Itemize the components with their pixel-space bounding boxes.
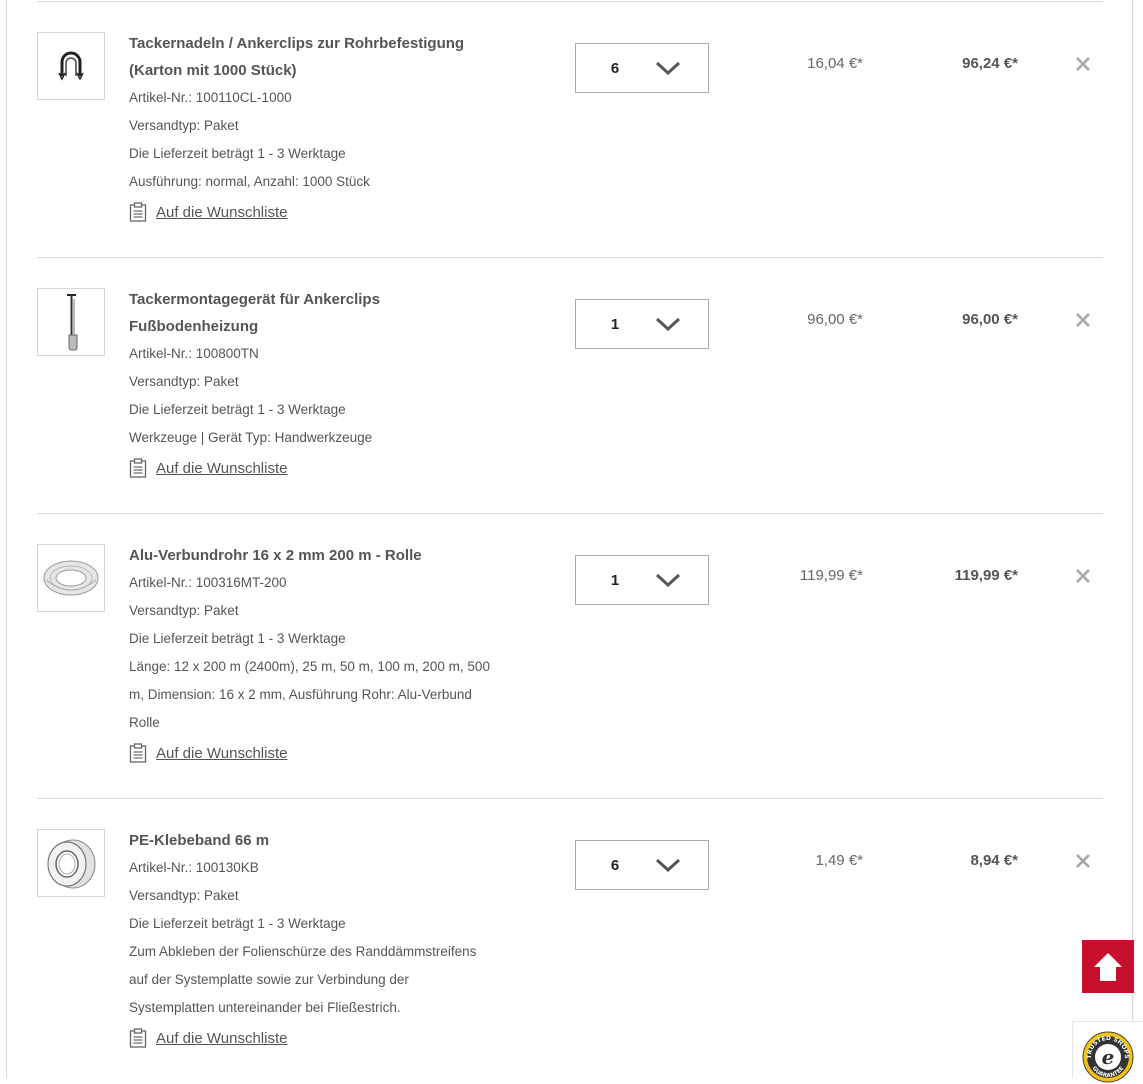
chevron-down-icon xyxy=(655,573,681,588)
wishlist-label: Auf die Wunschliste xyxy=(156,744,288,762)
quantity-value: 1 xyxy=(610,571,620,589)
clipboard-icon xyxy=(129,743,147,763)
shipping-type: Versandtyp: Paket xyxy=(129,888,239,903)
article-number: Artikel-Nr.: 100800TN xyxy=(129,346,259,361)
product-description: Zum Abkleben der Folienschürze des Randd… xyxy=(129,944,477,959)
clipboard-icon xyxy=(129,458,147,478)
quantity-select[interactable]: 1 xyxy=(575,555,709,605)
total-price: 119,99 €* xyxy=(954,567,1018,584)
delivery-time: Die Lieferzeit beträgt 1 - 3 Werktage xyxy=(129,146,346,161)
shipping-type: Versandtyp: Paket xyxy=(129,374,239,389)
variant-info: m, Dimension: 16 x 2 mm, Ausführung Rohr… xyxy=(129,687,472,702)
total-price: 96,00 €* xyxy=(962,311,1018,328)
product-info: PE-Klebeband 66 m Artikel-Nr.: 100130KB … xyxy=(129,829,509,1052)
product-title[interactable]: Alu-Verbundrohr 16 x 2 mm 200 m - Rolle xyxy=(129,542,509,569)
product-image-anchor-clips[interactable] xyxy=(37,32,105,100)
product-description: auf der Systemplatte sowie zur Verbindun… xyxy=(129,972,409,987)
variant-info: Werkzeuge | Gerät Typ: Handwerkzeuge xyxy=(129,430,373,445)
remove-item-icon[interactable] xyxy=(1075,853,1091,869)
unit-price: 96,00 €* xyxy=(807,311,863,328)
page-frame-left xyxy=(6,0,7,1078)
quantity-value: 1 xyxy=(610,315,620,333)
article-number: Artikel-Nr.: 100110CL-1000 xyxy=(129,90,292,105)
chevron-down-icon xyxy=(655,858,681,873)
variant-info: Ausführung: normal, Anzahl: 1000 Stück xyxy=(129,174,370,189)
remove-item-icon[interactable] xyxy=(1075,56,1091,72)
scroll-to-top-button[interactable] xyxy=(1082,940,1134,993)
chevron-down-icon xyxy=(655,317,681,332)
divider xyxy=(37,257,1103,258)
product-description: Systemplatten untereinander bei Fließest… xyxy=(129,1000,401,1015)
trusted-shops-seal-icon: e TRUSTED SHOPS GUARANTEE xyxy=(1082,1031,1134,1083)
clipboard-icon xyxy=(129,1028,147,1048)
product-title[interactable]: Tackermontagegerät für Ankerclips Fußbod… xyxy=(129,286,509,340)
shipping-type: Versandtyp: Paket xyxy=(129,603,239,618)
quantity-select[interactable]: 1 xyxy=(575,299,709,349)
product-title[interactable]: Tackernadeln / Ankerclips zur Rohrbefest… xyxy=(129,30,509,84)
quantity-select[interactable]: 6 xyxy=(575,840,709,890)
product-info: Alu-Verbundrohr 16 x 2 mm 200 m - Rolle … xyxy=(129,544,509,767)
delivery-time: Die Lieferzeit beträgt 1 - 3 Werktage xyxy=(129,402,346,417)
wishlist-label: Auf die Wunschliste xyxy=(156,203,288,221)
article-number: Artikel-Nr.: 100130KB xyxy=(129,860,259,875)
product-image-tacker-tool[interactable] xyxy=(37,288,105,356)
arrow-up-icon xyxy=(1094,952,1122,981)
chevron-down-icon xyxy=(655,61,681,76)
clipboard-icon xyxy=(129,202,147,222)
add-to-wishlist-link[interactable]: Auf die Wunschliste xyxy=(129,198,509,226)
wishlist-label: Auf die Wunschliste xyxy=(156,1029,288,1047)
tacker-tool-image xyxy=(67,294,78,351)
tape-roll-image xyxy=(47,839,96,889)
variant-info: Rolle xyxy=(129,715,160,730)
unit-price: 16,04 €* xyxy=(807,55,863,72)
add-to-wishlist-link[interactable]: Auf die Wunschliste xyxy=(129,739,509,767)
product-title[interactable]: PE-Klebeband 66 m xyxy=(129,827,509,854)
anchor-clip-image xyxy=(58,51,84,81)
product-image-tape-roll[interactable] xyxy=(37,829,105,897)
quantity-select[interactable]: 6 xyxy=(575,43,709,93)
wishlist-label: Auf die Wunschliste xyxy=(156,459,288,477)
page-frame-right xyxy=(1132,0,1133,1078)
divider xyxy=(37,513,1103,514)
remove-item-icon[interactable] xyxy=(1075,312,1091,328)
quantity-value: 6 xyxy=(610,856,620,874)
delivery-time: Die Lieferzeit beträgt 1 - 3 Werktage xyxy=(129,916,346,931)
quantity-value: 6 xyxy=(610,59,620,77)
trusted-shops-badge[interactable]: e TRUSTED SHOPS GUARANTEE xyxy=(1072,1021,1143,1083)
variant-info: Länge: 12 x 200 m (2400m), 25 m, 50 m, 1… xyxy=(129,659,490,674)
add-to-wishlist-link[interactable]: Auf die Wunschliste xyxy=(129,1024,509,1052)
divider xyxy=(37,798,1103,799)
delivery-time: Die Lieferzeit beträgt 1 - 3 Werktage xyxy=(129,631,346,646)
remove-item-icon[interactable] xyxy=(1075,568,1091,584)
pipe-roll-image xyxy=(43,560,99,596)
unit-price: 1,49 €* xyxy=(815,852,863,869)
total-price: 8,94 €* xyxy=(970,852,1018,869)
article-number: Artikel-Nr.: 100316MT-200 xyxy=(129,575,287,590)
add-to-wishlist-link[interactable]: Auf die Wunschliste xyxy=(129,454,509,482)
divider xyxy=(37,1,1103,2)
shipping-type: Versandtyp: Paket xyxy=(129,118,239,133)
svg-text:e: e xyxy=(1102,1045,1115,1069)
product-image-pipe-roll[interactable] xyxy=(37,544,105,612)
unit-price: 119,99 €* xyxy=(799,567,863,584)
product-info: Tackermontagegerät für Ankerclips Fußbod… xyxy=(129,288,509,482)
total-price: 96,24 €* xyxy=(962,55,1018,72)
product-info: Tackernadeln / Ankerclips zur Rohrbefest… xyxy=(129,32,509,226)
